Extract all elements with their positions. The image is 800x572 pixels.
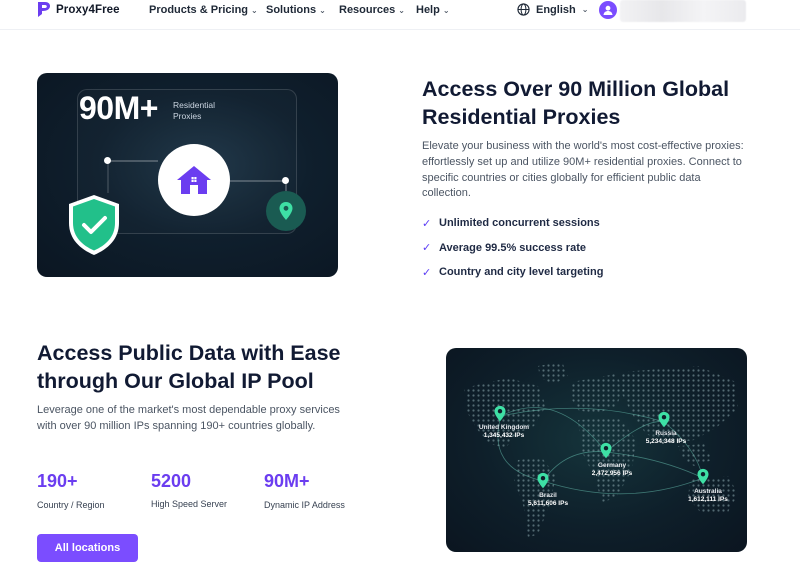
pool-title: Access Public Data with Ease through Our… bbox=[37, 341, 341, 393]
location-pin-icon bbox=[279, 202, 293, 220]
location-pin-icon bbox=[494, 405, 506, 422]
globe-icon bbox=[517, 3, 530, 16]
pool-description: Leverage one of the market's most depend… bbox=[37, 404, 340, 432]
nav-resources-label: Resources bbox=[339, 4, 396, 16]
map-location-label: United Kingdom 1,345,432 IPs bbox=[476, 424, 532, 440]
nav-products-pricing[interactable]: Products & Pricing ⌄ bbox=[149, 4, 258, 16]
stat-label: Country / Region bbox=[37, 500, 105, 510]
connector-dot bbox=[104, 157, 111, 164]
stat-countries: 190+ Country / Region bbox=[37, 471, 105, 510]
location-name: United Kingdom bbox=[478, 424, 530, 431]
location-ips: 5,611,606 IPs bbox=[527, 500, 569, 507]
chevron-down-icon: ⌄ bbox=[581, 5, 589, 14]
stat-value: 90M+ bbox=[264, 471, 310, 491]
location-pin-icon bbox=[537, 472, 549, 489]
user-icon bbox=[603, 5, 613, 15]
all-locations-button[interactable]: All locations bbox=[37, 534, 138, 562]
feature-list: ✓ Unlimited concurrent sessions ✓ Average … bbox=[422, 211, 603, 285]
world-map-dots bbox=[464, 362, 738, 538]
nav-solutions-label: Solutions bbox=[266, 4, 317, 16]
language-label: English bbox=[536, 3, 576, 16]
feature-text: Country and city level targeting bbox=[439, 266, 604, 279]
list-item: ✓ Unlimited concurrent sessions bbox=[422, 211, 603, 236]
nav-help-label: Help bbox=[416, 4, 440, 16]
location-badge bbox=[266, 191, 306, 231]
feature-text: Average 99.5% success rate bbox=[439, 241, 586, 254]
stat-label: High Speed Server bbox=[151, 499, 228, 509]
stat-value: 190+ bbox=[37, 471, 78, 491]
hero-title: Access Over 90 Million Global Residentia… bbox=[422, 77, 730, 129]
chevron-down-icon: ⌄ bbox=[251, 5, 258, 15]
big-stat-label-text: Residential Proxies bbox=[173, 100, 216, 121]
chevron-down-icon: ⌄ bbox=[398, 5, 405, 15]
map-location-label: Russia 5,234,348 IPs bbox=[638, 430, 694, 446]
map-location-label: Germany 2,472,956 IPs bbox=[584, 462, 640, 478]
check-icon: ✓ bbox=[422, 266, 432, 279]
nav-products-pricing-label: Products & Pricing bbox=[149, 4, 249, 16]
avatar[interactable] bbox=[599, 1, 617, 19]
chevron-down-icon: ⌄ bbox=[319, 5, 326, 15]
location-pin-icon bbox=[658, 411, 670, 428]
shield-check-icon bbox=[69, 195, 119, 255]
residential-proxies-illustration: 90M+ Residential Proxies bbox=[37, 73, 338, 277]
house-icon bbox=[177, 166, 211, 194]
hero-description: Elevate your business with the world's m… bbox=[422, 140, 744, 200]
nav-solutions[interactable]: Solutions ⌄ bbox=[266, 4, 326, 16]
brand-logo[interactable]: Proxy4Free bbox=[37, 1, 120, 18]
brand-name: Proxy4Free bbox=[56, 3, 120, 16]
chevron-down-icon: ⌄ bbox=[442, 5, 450, 15]
list-item: ✓ Average 99.5% success rate bbox=[422, 236, 603, 261]
location-name: Russia bbox=[655, 430, 677, 437]
location-name: Germany bbox=[597, 462, 627, 469]
user-name-redacted[interactable] bbox=[620, 0, 746, 22]
feature-text: Unlimited concurrent sessions bbox=[439, 217, 600, 230]
stat-ips: 90M+ Dynamic IP Address bbox=[264, 471, 345, 510]
stat-label: Dynamic IP Address bbox=[264, 500, 345, 510]
brand-logo-icon bbox=[38, 2, 50, 17]
stat-value: 5200 bbox=[151, 471, 192, 491]
top-nav: Proxy4Free Products & Pricing ⌄ Solution… bbox=[0, 0, 800, 30]
nav-help[interactable]: Help ⌄ bbox=[416, 4, 450, 16]
global-ip-map: United Kingdom 1,345,432 IPs Russia 5,23… bbox=[446, 348, 747, 552]
location-ips: 5,234,348 IPs bbox=[645, 438, 687, 445]
location-ips: 1,612,111 IPs bbox=[688, 496, 728, 503]
language-selector[interactable]: English ⌄ bbox=[517, 3, 588, 16]
location-name: Brazil bbox=[539, 492, 557, 499]
house-badge bbox=[158, 144, 230, 216]
connector-dot bbox=[282, 177, 289, 184]
map-location-label: Brazil 5,611,606 IPs bbox=[520, 492, 576, 508]
location-ips: 2,472,956 IPs bbox=[591, 470, 633, 477]
location-name: Australia bbox=[694, 488, 722, 495]
big-stat-label: Residential Proxies bbox=[173, 100, 221, 122]
location-pin-icon bbox=[697, 468, 709, 485]
check-icon: ✓ bbox=[422, 242, 432, 255]
list-item: ✓ Country and city level targeting bbox=[422, 260, 603, 285]
check-icon: ✓ bbox=[422, 217, 432, 230]
location-pin-icon bbox=[600, 442, 612, 459]
location-ips: 1,345,432 IPs bbox=[483, 432, 525, 439]
map-location-label: Australia 1,612,111 IPs bbox=[680, 488, 736, 504]
big-stat-value: 90M+ bbox=[79, 90, 158, 126]
stat-servers: 5200 High Speed Server bbox=[151, 471, 227, 509]
nav-resources[interactable]: Resources ⌄ bbox=[339, 4, 405, 16]
